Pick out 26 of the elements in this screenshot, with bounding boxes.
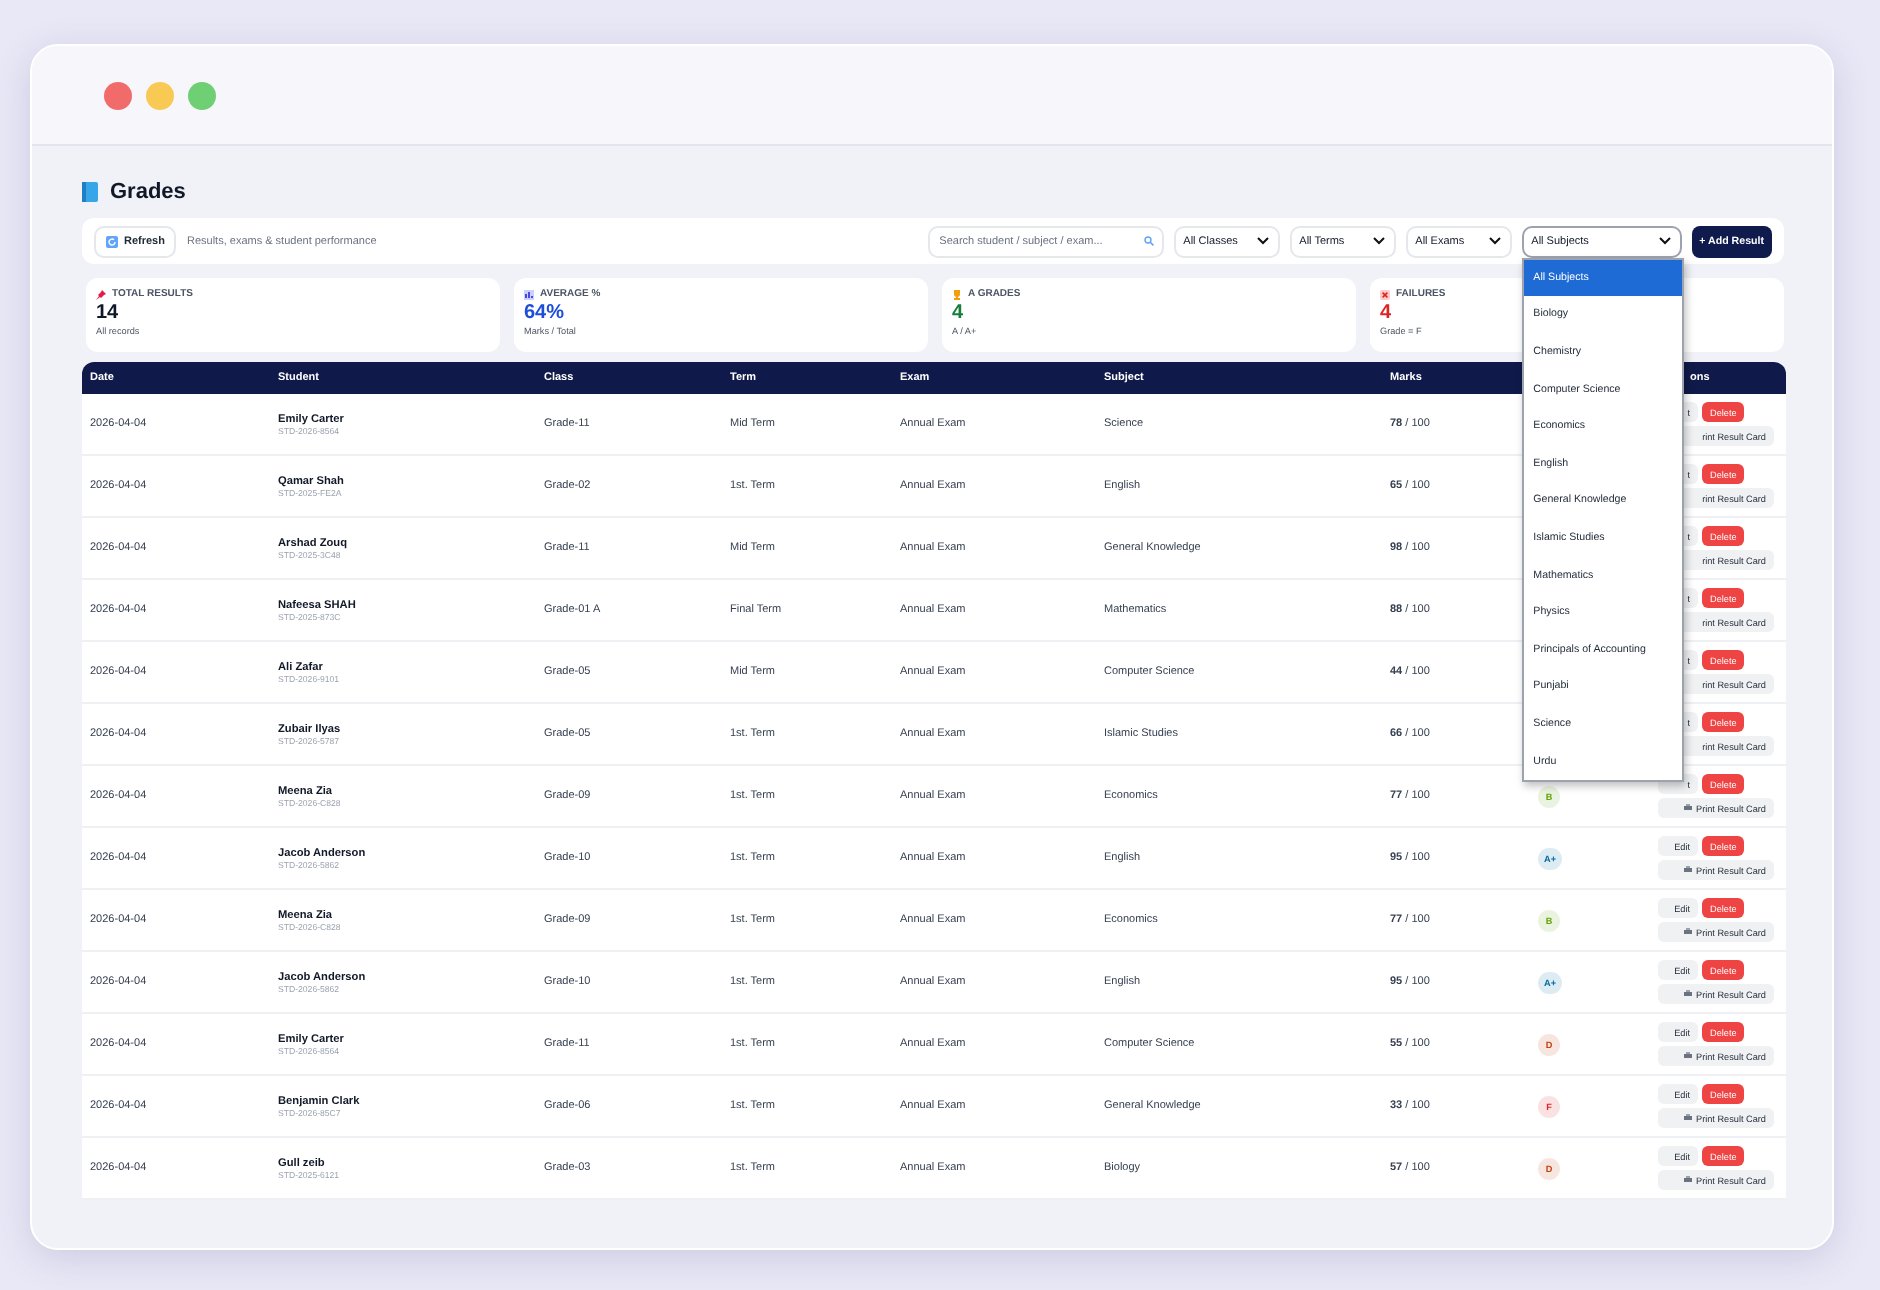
printer-icon	[1684, 928, 1693, 936]
book-icon	[82, 182, 98, 202]
chevron-down-icon	[1255, 236, 1270, 246]
chart-icon	[524, 289, 534, 299]
maximize-button[interactable]	[188, 81, 216, 109]
chevron-down-icon	[1657, 236, 1672, 246]
close-button[interactable]	[104, 81, 132, 109]
refresh-icon	[106, 235, 118, 247]
printer-icon	[1684, 866, 1693, 874]
pin-icon	[96, 289, 106, 299]
stat-value: 14	[96, 302, 119, 326]
stat-value: 64%	[524, 302, 565, 326]
minimize-button[interactable]	[146, 81, 174, 109]
stat-value: 4	[1380, 302, 1392, 326]
printer-icon	[1684, 1114, 1693, 1122]
chevron-down-icon	[1371, 236, 1386, 246]
chevron-down-icon	[1487, 236, 1502, 246]
search-icon	[1143, 235, 1154, 245]
printer-icon	[1684, 1052, 1693, 1060]
trophy-icon	[952, 289, 962, 299]
printer-icon	[1684, 804, 1693, 812]
stat-value: 4	[952, 302, 964, 326]
printer-icon	[1684, 1176, 1693, 1184]
printer-icon	[1684, 990, 1693, 998]
cross-icon	[1380, 289, 1390, 299]
page-title: Grades	[110, 180, 186, 204]
